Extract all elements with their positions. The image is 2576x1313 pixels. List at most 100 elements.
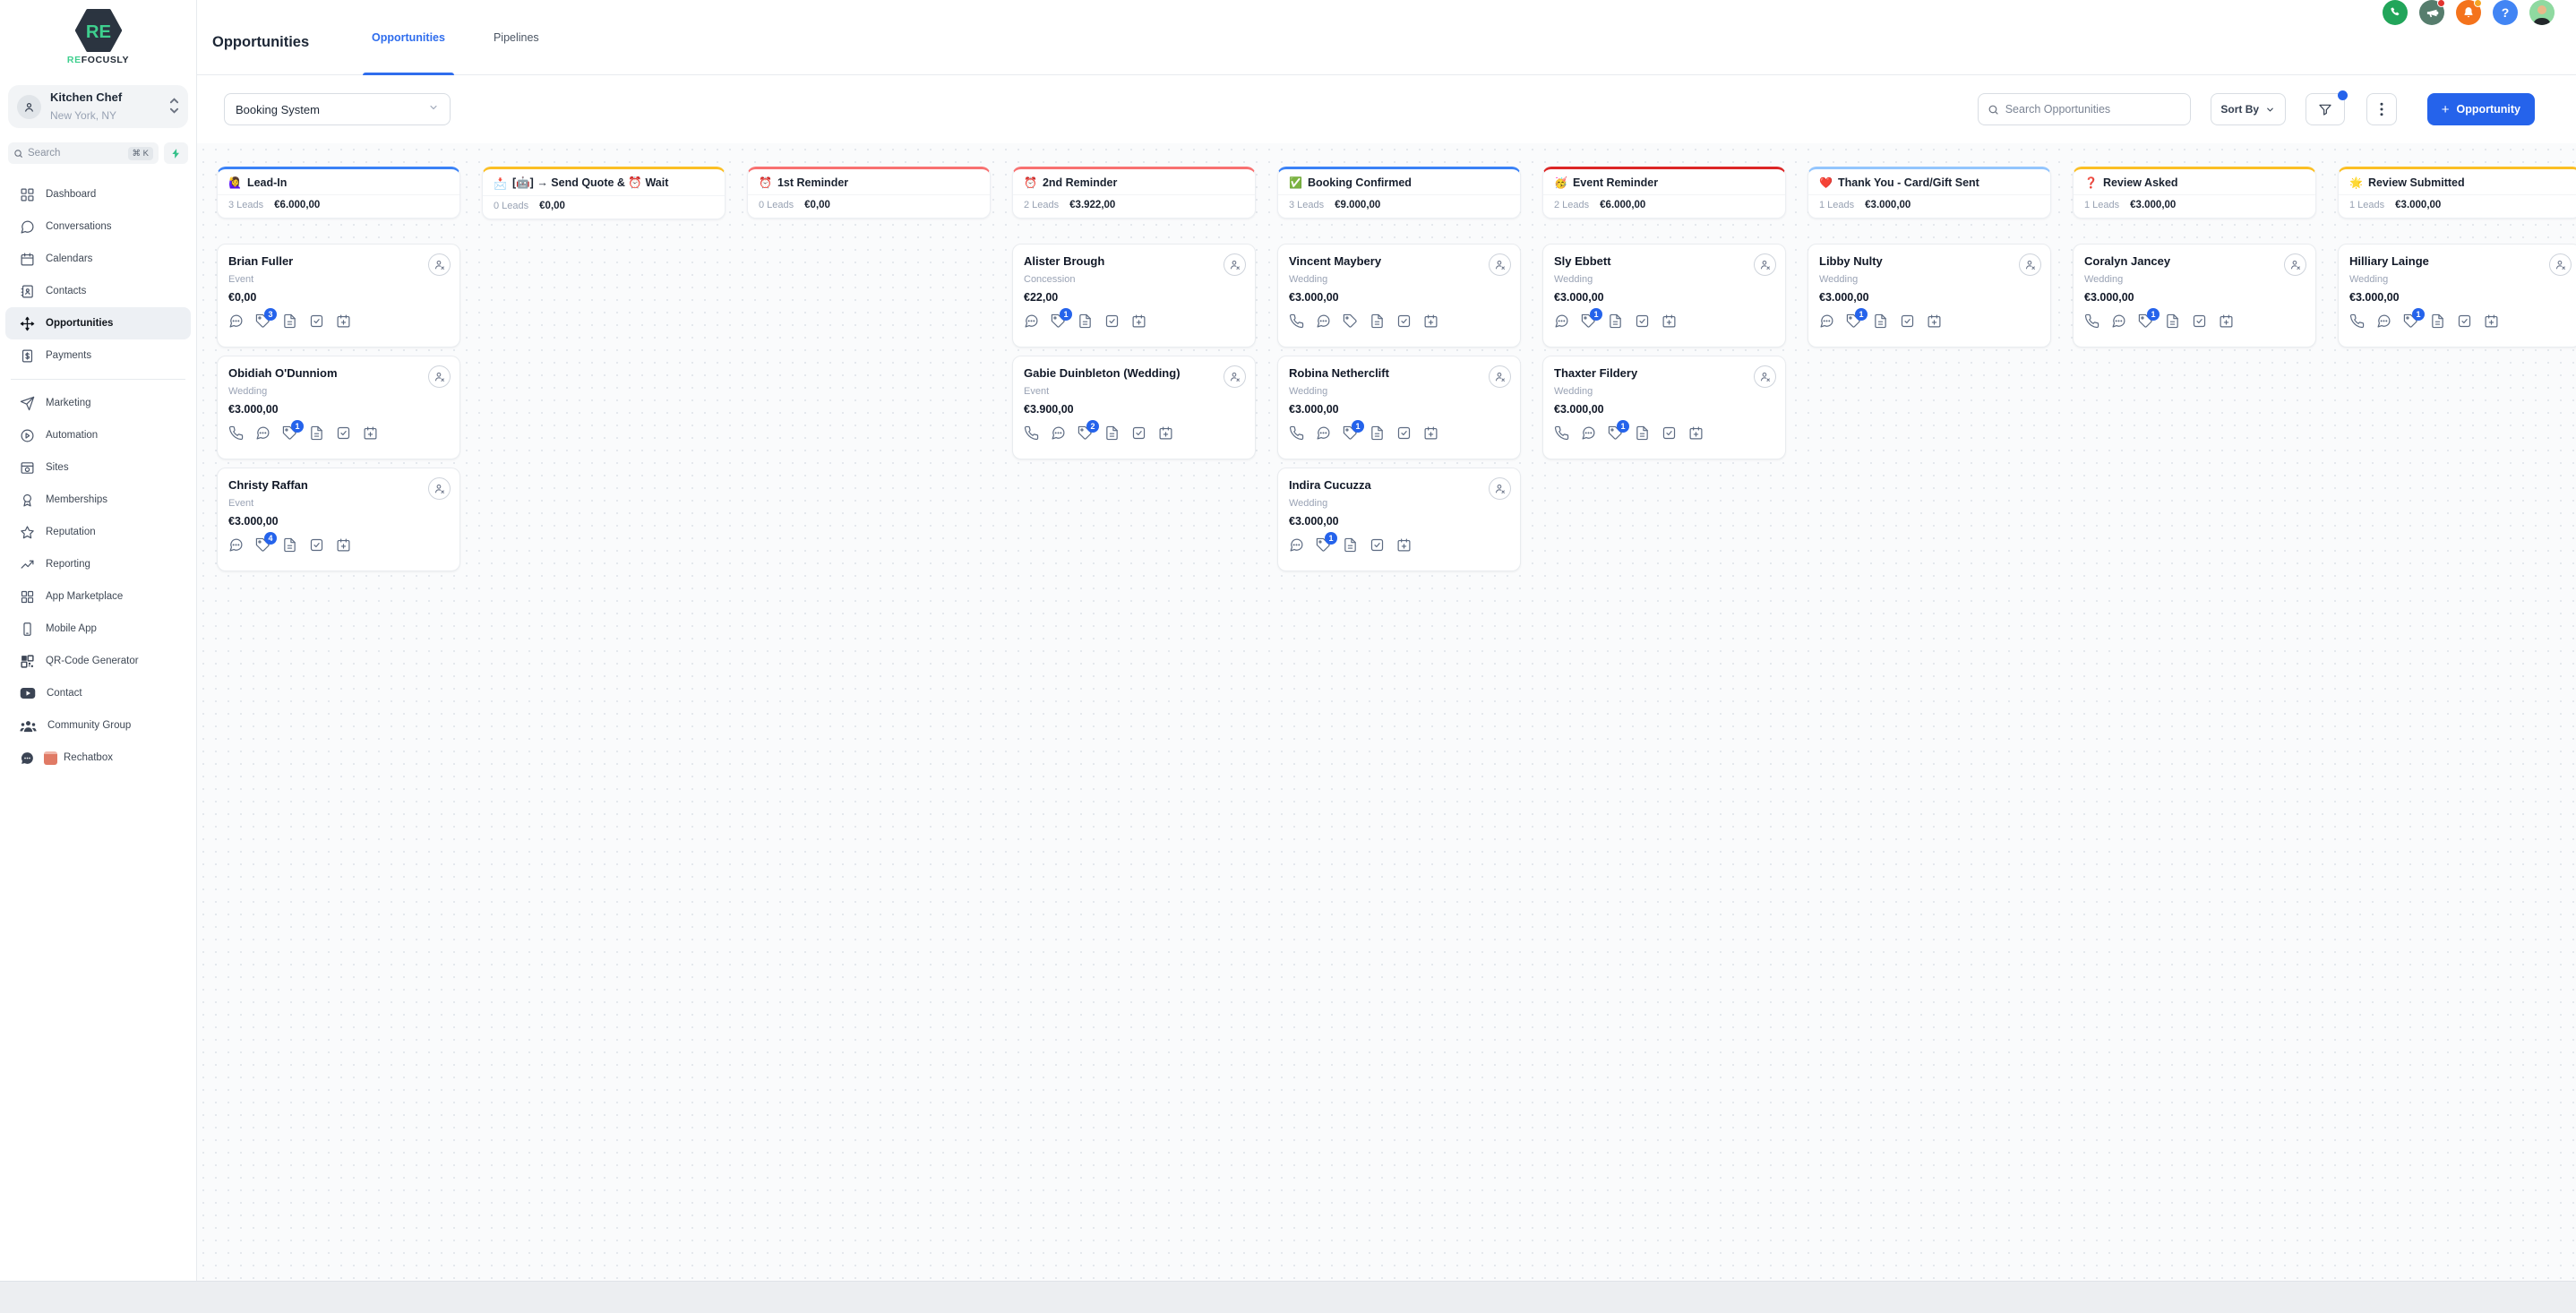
assign-owner-button[interactable] [428,477,451,500]
doc-action[interactable] [2430,313,2445,329]
phone-action[interactable] [2349,313,2365,329]
tag-action[interactable]: 2 [1078,425,1093,441]
sidebar-search[interactable]: ⌘ K [8,142,159,164]
calendar-action[interactable] [1131,313,1146,329]
sidebar-item-app-marketplace[interactable]: App Marketplace [5,580,191,613]
sidebar-item-dashboard[interactable]: Dashboard [5,178,191,210]
tag-action[interactable]: 1 [2403,313,2418,329]
tag-action[interactable]: 1 [1051,313,1066,329]
notifications-button[interactable] [2456,0,2481,25]
opportunity-card[interactable]: Gabie Duinbleton (Wedding)Event€3.900,00… [1012,356,1256,459]
chat-action[interactable] [1289,537,1304,553]
check-action[interactable] [1396,313,1412,329]
tag-action[interactable]: 1 [1846,313,1861,329]
calendar-action[interactable] [336,537,351,553]
opportunity-card[interactable]: Indira CucuzzaWedding€3.000,001 [1277,468,1521,571]
check-action[interactable] [1900,313,1915,329]
sidebar-item-mobile-app[interactable]: Mobile App [5,613,191,645]
doc-action[interactable] [1104,425,1120,441]
sidebar-item-sites[interactable]: Sites [5,451,191,484]
horizontal-scrollbar-track[interactable] [0,1281,2576,1313]
doc-action[interactable] [282,313,297,329]
pipeline-select[interactable]: Booking System [224,93,451,125]
phone-action[interactable] [228,425,244,441]
opportunity-card[interactable]: Hilliary LaingeWedding€3.000,001 [2338,244,2576,348]
opportunity-card[interactable]: Alister BroughConcession€22,001 [1012,244,1256,348]
sidebar-item-memberships[interactable]: Memberships [5,484,191,516]
opportunity-card[interactable]: Libby NultyWedding€3.000,001 [1807,244,2051,348]
sidebar-item-contacts[interactable]: Contacts [5,275,191,307]
calendar-action[interactable] [1423,313,1438,329]
assign-owner-button[interactable] [2019,253,2041,276]
tag-action[interactable] [1343,313,1358,329]
calendar-action[interactable] [1423,425,1438,441]
opportunity-card[interactable]: Coralyn JanceyWedding€3.000,001 [2073,244,2316,348]
check-action[interactable] [1131,425,1146,441]
tag-action[interactable]: 1 [1343,425,1358,441]
doc-action[interactable] [1370,313,1385,329]
sidebar-item-rechatbox[interactable]: Rechatbox [5,742,191,774]
assign-owner-button[interactable] [2284,253,2306,276]
chat-action[interactable] [1051,425,1066,441]
calendar-action[interactable] [1927,313,1942,329]
assign-owner-button[interactable] [428,253,451,276]
calendar-action[interactable] [1396,537,1412,553]
phone-action[interactable] [1554,425,1569,441]
assign-owner-button[interactable] [1224,365,1246,388]
doc-action[interactable] [1608,313,1623,329]
check-action[interactable] [1635,313,1650,329]
assign-owner-button[interactable] [428,365,451,388]
assign-owner-button[interactable] [1489,477,1511,500]
check-action[interactable] [309,313,324,329]
user-avatar[interactable] [2529,0,2555,25]
doc-action[interactable] [1873,313,1888,329]
check-action[interactable] [2192,313,2207,329]
tag-action[interactable]: 1 [1316,537,1331,553]
chat-action[interactable] [1024,313,1039,329]
opportunity-card[interactable]: Sly EbbettWedding€3.000,001 [1542,244,1786,348]
check-action[interactable] [1396,425,1412,441]
sidebar-item-qr-code-generator[interactable]: QR-Code Generator [5,645,191,677]
sidebar-item-reputation[interactable]: Reputation [5,516,191,548]
chat-action[interactable] [1581,425,1596,441]
tag-action[interactable]: 1 [282,425,297,441]
sidebar-item-contact[interactable]: Contact [5,677,191,709]
opportunity-search[interactable] [1978,93,2191,125]
phone-action[interactable] [2084,313,2099,329]
opportunity-card[interactable]: Vincent MayberyWedding€3.000,00 [1277,244,1521,348]
tag-action[interactable]: 1 [1581,313,1596,329]
doc-action[interactable] [1370,425,1385,441]
doc-action[interactable] [1343,537,1358,553]
assign-owner-button[interactable] [1754,365,1776,388]
sidebar-item-calendars[interactable]: Calendars [5,243,191,275]
chat-action[interactable] [228,313,244,329]
chat-action[interactable] [1316,425,1331,441]
assign-owner-button[interactable] [1754,253,1776,276]
sidebar-item-marketing[interactable]: Marketing [5,387,191,419]
tag-action[interactable]: 3 [255,313,270,329]
opportunity-card[interactable]: Robina NethercliftWedding€3.000,001 [1277,356,1521,459]
chat-action[interactable] [1316,313,1331,329]
opportunity-card[interactable]: Christy RaffanEvent€3.000,004 [217,468,460,571]
phone-action[interactable] [1289,425,1304,441]
assign-owner-button[interactable] [2549,253,2572,276]
chat-action[interactable] [255,425,270,441]
phone-action[interactable] [1289,313,1304,329]
chat-action[interactable] [1819,313,1834,329]
check-action[interactable] [2457,313,2472,329]
calendar-action[interactable] [1158,425,1173,441]
sort-by-button[interactable]: Sort By [2211,93,2286,125]
sidebar-item-reporting[interactable]: Reporting [5,548,191,580]
help-button[interactable]: ? [2493,0,2518,25]
chat-action[interactable] [2376,313,2391,329]
opportunity-card[interactable]: Brian FullerEvent€0,003 [217,244,460,348]
tab-pipelines[interactable]: Pipelines [485,0,548,75]
tag-action[interactable]: 1 [1608,425,1623,441]
quick-actions-button[interactable] [164,142,188,164]
tag-action[interactable]: 1 [2138,313,2153,329]
assign-owner-button[interactable] [1224,253,1246,276]
tab-opportunities[interactable]: Opportunities [363,0,454,75]
doc-action[interactable] [1078,313,1093,329]
opportunity-card[interactable]: Thaxter FilderyWedding€3.000,001 [1542,356,1786,459]
sidebar-item-opportunities[interactable]: Opportunities [5,307,191,339]
